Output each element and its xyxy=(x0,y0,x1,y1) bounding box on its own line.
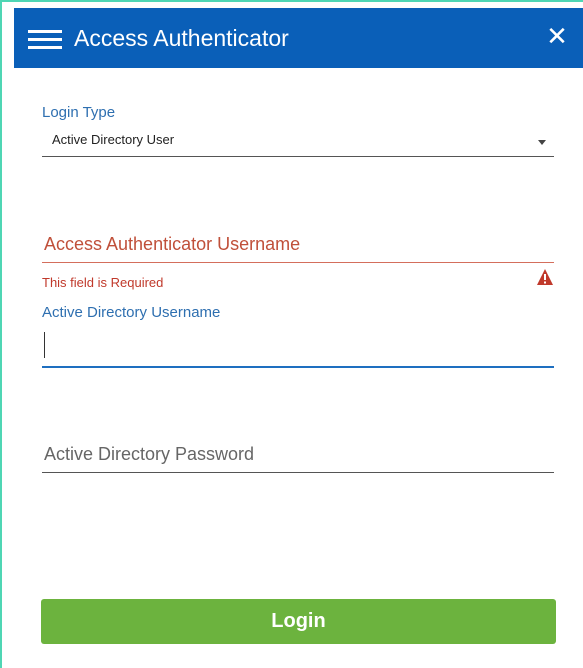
access-authenticator-username-field[interactable] xyxy=(42,226,554,263)
active-directory-password-input[interactable] xyxy=(42,436,554,472)
login-type-label: Login Type xyxy=(42,104,116,121)
active-directory-password-field[interactable] xyxy=(42,436,554,473)
app-title: Access Authenticator xyxy=(74,25,289,51)
warning-icon xyxy=(537,269,553,285)
username-required-error: This field is Required xyxy=(42,275,164,290)
login-type-select[interactable]: Active Directory User xyxy=(42,128,554,157)
login-button[interactable]: Login xyxy=(41,599,556,644)
login-type-selected-value: Active Directory User xyxy=(52,132,175,147)
active-directory-username-label: Active Directory Username xyxy=(42,304,221,321)
close-icon[interactable]: ✕ xyxy=(545,22,569,50)
hamburger-menu-icon[interactable] xyxy=(28,28,62,50)
title-bar: Access Authenticator ✕ xyxy=(14,8,583,68)
active-directory-username-input[interactable] xyxy=(42,326,554,366)
chevron-down-icon xyxy=(538,140,546,145)
active-directory-username-field[interactable] xyxy=(42,326,554,368)
access-authenticator-username-input[interactable] xyxy=(42,226,554,262)
